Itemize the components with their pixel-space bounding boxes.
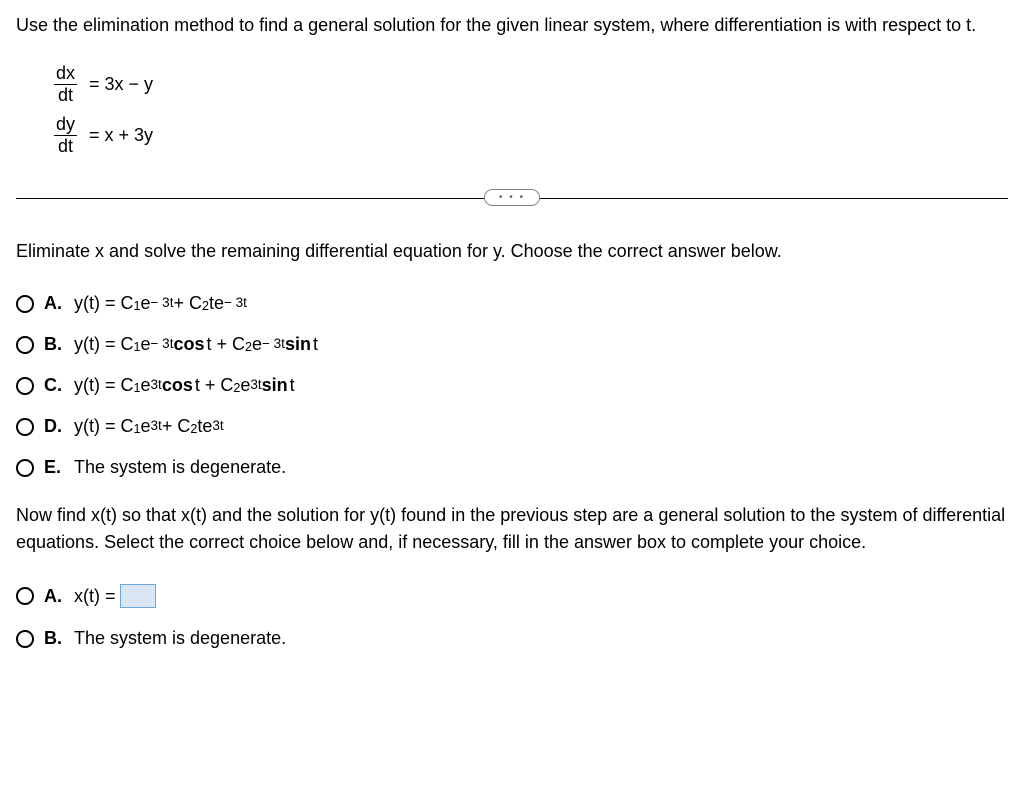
option-e[interactable]: E. The system is degenerate.	[16, 457, 1008, 478]
option-label: A.	[44, 293, 64, 314]
equation-2: dy dt = x + 3y	[52, 114, 1008, 157]
option-label: D.	[44, 416, 64, 437]
part2-prompt: Now find x(t) so that x(t) and the solut…	[16, 502, 1008, 556]
part1-prompt: Eliminate x and solve the remaining diff…	[16, 238, 1008, 265]
option-label: E.	[44, 457, 64, 478]
part2-option-b-text: The system is degenerate.	[74, 628, 286, 649]
denom: dt	[54, 135, 77, 157]
radio-icon[interactable]	[16, 587, 34, 605]
part2-option-a[interactable]: A. x(t) =	[16, 584, 1008, 608]
option-b-math: y(t) = C1e− 3t cost + C2e− 3t sint	[74, 334, 318, 355]
radio-icon[interactable]	[16, 295, 34, 313]
option-e-text: The system is degenerate.	[74, 457, 286, 478]
system-equations: dx dt = 3x − y dy dt = x + 3y	[52, 63, 1008, 157]
option-a-math: y(t) = C1e− 3t + C2te− 3t	[74, 293, 247, 314]
section-divider: • • •	[16, 189, 1008, 206]
equation-1: dx dt = 3x − y	[52, 63, 1008, 106]
part1-options: A. y(t) = C1e− 3t + C2te− 3t B. y(t) = C…	[16, 293, 1008, 478]
radio-icon[interactable]	[16, 630, 34, 648]
option-label: A.	[44, 586, 64, 607]
part2-option-b[interactable]: B. The system is degenerate.	[16, 628, 1008, 649]
xt-prefix: x(t) =	[74, 586, 116, 607]
option-label: C.	[44, 375, 64, 396]
question-text: Use the elimination method to find a gen…	[16, 12, 1008, 39]
option-d-math: y(t) = C1e3t + C2te3t	[74, 416, 224, 437]
radio-icon[interactable]	[16, 377, 34, 395]
option-b[interactable]: B. y(t) = C1e− 3t cost + C2e− 3t sint	[16, 334, 1008, 355]
equation-1-rhs: = 3x − y	[89, 74, 153, 95]
part2-options: A. x(t) = B. The system is degenerate.	[16, 584, 1008, 649]
option-c-math: y(t) = C1e3t cost + C2e3t sint	[74, 375, 295, 396]
option-d[interactable]: D. y(t) = C1e3t + C2te3t	[16, 416, 1008, 437]
numer: dy	[52, 114, 79, 135]
option-label: B.	[44, 334, 64, 355]
fraction-dy-dt: dy dt	[52, 114, 79, 157]
denom: dt	[54, 84, 77, 106]
fraction-dx-dt: dx dt	[52, 63, 79, 106]
radio-icon[interactable]	[16, 459, 34, 477]
option-label: B.	[44, 628, 64, 649]
radio-icon[interactable]	[16, 336, 34, 354]
radio-icon[interactable]	[16, 418, 34, 436]
part2-option-a-content: x(t) =	[74, 584, 156, 608]
numer: dx	[52, 63, 79, 84]
equation-2-rhs: = x + 3y	[89, 125, 153, 146]
answer-input-box[interactable]	[120, 584, 156, 608]
ellipsis-badge[interactable]: • • •	[484, 189, 540, 206]
option-c[interactable]: C. y(t) = C1e3t cost + C2e3t sint	[16, 375, 1008, 396]
option-a[interactable]: A. y(t) = C1e− 3t + C2te− 3t	[16, 293, 1008, 314]
